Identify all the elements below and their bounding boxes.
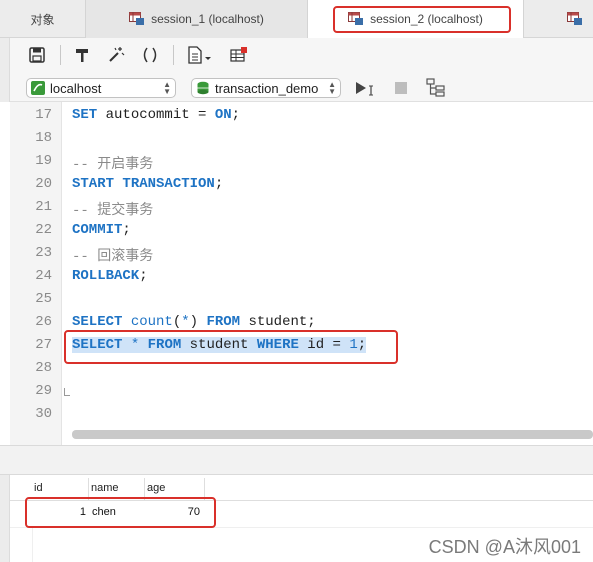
run-button[interactable] bbox=[354, 78, 376, 98]
select-arrows-icon: ▲ ▼ bbox=[163, 80, 171, 96]
code-line[interactable]: SELECT count(*) FROM student; bbox=[72, 314, 316, 330]
connection-select-value: localhost bbox=[50, 80, 102, 96]
code-line[interactable]: START TRANSACTION; bbox=[72, 176, 223, 192]
parentheses-icon bbox=[143, 47, 157, 63]
line-number: 23 bbox=[35, 245, 52, 261]
stop-icon bbox=[395, 82, 407, 94]
tab-objects-label: 对象 bbox=[30, 12, 55, 27]
code-line[interactable]: -- 回滚事务 bbox=[72, 245, 153, 265]
grid-row-marker bbox=[32, 528, 33, 562]
watermark: CSDN @A沐风001 bbox=[428, 537, 581, 557]
tab-session-3[interactable] bbox=[524, 0, 593, 38]
line-number: 22 bbox=[35, 222, 52, 238]
column-header-name[interactable]: name bbox=[91, 482, 119, 494]
select-arrows-icon: ▲ ▼ bbox=[328, 80, 336, 96]
connection-select[interactable]: localhost ▲ ▼ bbox=[26, 78, 176, 98]
line-number: 27 bbox=[35, 337, 52, 353]
column-header-id[interactable]: id bbox=[34, 482, 43, 494]
code-line[interactable]: -- 开启事务 bbox=[72, 153, 153, 173]
highlight-box-selected-query bbox=[64, 330, 398, 364]
play-cursor-icon bbox=[356, 82, 373, 96]
tab-session-1-label: session_1 (localhost) bbox=[151, 12, 264, 26]
save-button[interactable] bbox=[26, 44, 48, 66]
magic-wand-icon bbox=[109, 47, 125, 62]
line-number: 25 bbox=[35, 291, 52, 307]
line-number: 18 bbox=[35, 130, 52, 146]
code-line[interactable]: COMMIT; bbox=[72, 222, 131, 238]
tab-session-1[interactable]: session_1 (localhost) bbox=[86, 0, 308, 38]
save-icon bbox=[29, 47, 45, 63]
document-icon bbox=[188, 46, 211, 64]
tab-objects[interactable]: 对象 bbox=[0, 0, 86, 38]
connection-icon bbox=[31, 81, 45, 95]
line-number: 21 bbox=[35, 199, 52, 215]
export-table-icon bbox=[230, 47, 247, 62]
pane-splitter[interactable] bbox=[0, 445, 593, 475]
line-number: 19 bbox=[35, 153, 52, 169]
hammer-icon bbox=[76, 49, 88, 62]
line-number: 24 bbox=[35, 268, 52, 284]
database-icon bbox=[197, 81, 209, 95]
line-number: 17 bbox=[35, 107, 52, 123]
database-select[interactable]: transaction_demo ▲ ▼ bbox=[191, 78, 341, 98]
explain-tree-icon bbox=[426, 78, 445, 97]
stop-button[interactable] bbox=[393, 80, 409, 96]
toolbar-divider bbox=[173, 45, 174, 65]
parentheses-button[interactable] bbox=[139, 44, 161, 66]
export-query-button[interactable] bbox=[228, 44, 250, 66]
explain-button[interactable] bbox=[426, 78, 446, 98]
line-number: 30 bbox=[35, 406, 52, 422]
line-number: 20 bbox=[35, 176, 52, 192]
database-select-value: transaction_demo bbox=[215, 80, 319, 96]
line-number: 26 bbox=[35, 314, 52, 330]
query-table-icon bbox=[129, 12, 145, 25]
line-number: 28 bbox=[35, 360, 52, 376]
column-header-age[interactable]: age bbox=[147, 482, 165, 494]
horizontal-scrollbar[interactable] bbox=[72, 430, 593, 439]
highlight-box-active-tab bbox=[333, 6, 511, 33]
connection-bar: localhost ▲ ▼ transaction_demo ▲ ▼ bbox=[0, 72, 593, 102]
toolbar-divider bbox=[60, 45, 61, 65]
code-line[interactable]: SET autocommit = ON; bbox=[72, 107, 240, 123]
code-line[interactable]: ROLLBACK; bbox=[72, 268, 148, 284]
highlight-box-result-row bbox=[25, 497, 216, 528]
fold-marker bbox=[64, 388, 70, 396]
query-table-icon bbox=[567, 12, 582, 25]
format-button[interactable] bbox=[71, 44, 93, 66]
beautify-button[interactable] bbox=[105, 44, 127, 66]
editor-toolbar bbox=[0, 38, 593, 72]
line-number: 29 bbox=[35, 383, 52, 399]
snippet-button[interactable] bbox=[184, 44, 216, 66]
code-line[interactable]: -- 提交事务 bbox=[72, 199, 153, 219]
